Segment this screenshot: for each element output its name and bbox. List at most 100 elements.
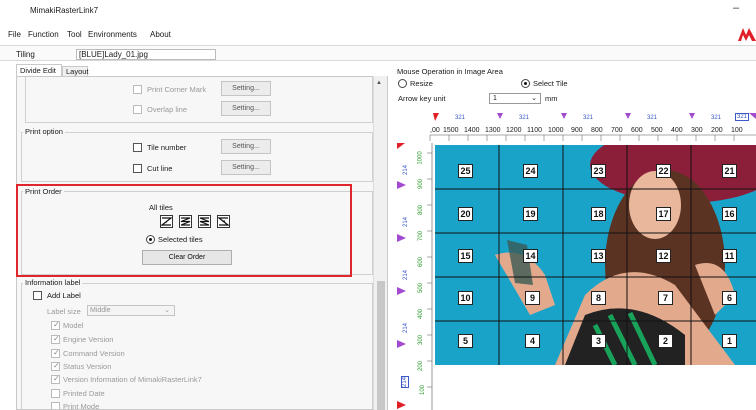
tile-number-badge[interactable]: 2 xyxy=(658,334,673,348)
tiling-label: Tiling xyxy=(16,50,35,59)
ruler-scale-number: 300 xyxy=(418,334,425,346)
tile-number-badge[interactable]: 13 xyxy=(591,249,606,263)
ruler-marker-icon xyxy=(749,113,756,119)
cut-line-checkbox[interactable] xyxy=(133,164,142,173)
tile-number-badge[interactable]: 17 xyxy=(656,207,671,221)
tile-number-badge[interactable]: 23 xyxy=(591,164,606,178)
ruler-number: 1200 xyxy=(506,127,522,134)
tile-number-setting-button[interactable]: Setting... xyxy=(221,139,271,154)
minimize-button[interactable]: – xyxy=(733,2,739,14)
engine-version-checkbox[interactable] xyxy=(51,334,60,344)
window-title: MimakiRasterLink7 xyxy=(30,6,99,15)
tile-number-badge[interactable]: 18 xyxy=(591,207,606,221)
tile-number-badge[interactable]: 15 xyxy=(458,249,473,263)
menu-environments[interactable]: Environments xyxy=(88,30,137,39)
tile-number-badge[interactable]: 8 xyxy=(591,291,606,305)
tile-number-badge[interactable]: 10 xyxy=(458,291,473,305)
tile-number-label: Tile number xyxy=(147,143,187,152)
tiling-file-field[interactable]: [BLUE]Lady_01.jpg xyxy=(76,49,216,60)
ruler-number: ,00 xyxy=(430,127,440,134)
tile-number-badge[interactable]: 21 xyxy=(722,164,737,178)
ruler-marker-icon xyxy=(689,113,695,119)
overlap-line-label: Overlap line xyxy=(147,105,188,114)
label-size-label: Label size xyxy=(47,307,81,316)
arrow-key-unit-select[interactable]: 1 ⌄ xyxy=(489,93,541,104)
tile-number-badge[interactable]: 25 xyxy=(458,164,473,178)
tile-number-badge[interactable]: 14 xyxy=(523,249,538,263)
version-info-label: Version Information of MimakiRasterLink7 xyxy=(63,375,202,384)
tile-number-badge[interactable]: 6 xyxy=(722,291,737,305)
ruler-number: 600 xyxy=(631,127,643,134)
scrollbar-thumb[interactable] xyxy=(377,281,385,410)
overlap-line-checkbox[interactable] xyxy=(133,105,142,114)
tile-number-badge[interactable]: 22 xyxy=(656,164,671,178)
tile-number-badge[interactable]: 20 xyxy=(458,207,473,221)
overlap-line-setting-button[interactable]: Setting... xyxy=(221,101,271,116)
print-corner-mark-checkbox[interactable] xyxy=(133,85,142,94)
tile-number-badge[interactable]: 1 xyxy=(722,334,737,348)
ruler-scale-number: 200 xyxy=(418,360,425,372)
ruler-scale-number: 700 xyxy=(418,230,425,242)
command-version-label: Command Version xyxy=(63,349,125,358)
tile-number-badge[interactable]: 4 xyxy=(525,334,540,348)
ruler-marker-red-icon xyxy=(433,113,439,121)
menu-function[interactable]: Function xyxy=(28,30,59,39)
ruler-scale-number: 900 xyxy=(418,178,425,190)
printed-date-checkbox[interactable] xyxy=(51,389,60,398)
select-tile-radio[interactable] xyxy=(521,79,530,88)
menu-bar: File Function Tool Environments About xyxy=(0,25,756,43)
tab-divide-edit[interactable]: Divide Edit xyxy=(16,64,62,76)
chevron-down-icon: ⌄ xyxy=(531,95,537,102)
tile-number-badge[interactable]: 24 xyxy=(523,164,538,178)
tiling-row: Tiling [BLUE]Lady_01.jpg xyxy=(0,45,756,61)
image-area[interactable]: 321 321 321 321 321 321 ,00 1500 1400 13… xyxy=(397,107,756,410)
ruler-number: 1500 xyxy=(443,127,459,134)
version-info-checkbox[interactable] xyxy=(51,374,60,384)
tile-number-badge[interactable]: 3 xyxy=(591,334,606,348)
tile-number-badge[interactable]: 7 xyxy=(658,291,673,305)
tab-layout[interactable]: Layout xyxy=(62,66,89,76)
arrow-key-unit-value: 1 xyxy=(493,95,497,102)
ruler-scale-number: 500 xyxy=(418,282,425,294)
ruler-number: 1100 xyxy=(527,127,543,134)
corner-mark-setting-button[interactable]: Setting... xyxy=(221,81,271,96)
information-label-title: Information label xyxy=(23,278,83,287)
tile-number-badge[interactable]: 9 xyxy=(525,291,540,305)
resize-label: Resize xyxy=(410,79,433,88)
ruler-number: 1400 xyxy=(464,127,480,134)
add-label-checkbox[interactable] xyxy=(33,291,42,300)
top-ruler xyxy=(429,113,756,141)
tile-number-checkbox[interactable] xyxy=(133,143,142,152)
print-mode-checkbox[interactable] xyxy=(51,402,60,409)
ruler-width-label: 321 xyxy=(583,115,594,121)
mouse-operation-title: Mouse Operation in Image Area xyxy=(397,67,503,76)
tile-number-badge[interactable]: 11 xyxy=(722,249,737,263)
command-version-checkbox[interactable] xyxy=(51,348,60,358)
title-bar: MimakiRasterLink7 – xyxy=(0,0,756,24)
resize-radio[interactable] xyxy=(398,79,407,88)
menu-file[interactable]: File xyxy=(8,30,21,39)
ruler-number: 500 xyxy=(651,127,663,134)
cut-line-label: Cut line xyxy=(147,164,173,173)
ruler-scale-number: 600 xyxy=(418,256,425,268)
label-size-select[interactable]: Middle ⌄ xyxy=(87,305,175,316)
print-option-group xyxy=(21,132,373,182)
status-version-checkbox[interactable] xyxy=(51,361,60,371)
ruler-height-label-selected: 214 xyxy=(401,375,410,389)
tile-number-badge[interactable]: 12 xyxy=(656,249,671,263)
ruler-height-label: 214 xyxy=(403,322,410,334)
model-checkbox[interactable] xyxy=(51,320,60,330)
ruler-number: 400 xyxy=(671,127,683,134)
ruler-number: 200 xyxy=(711,127,723,134)
tile-number-badge[interactable]: 16 xyxy=(722,207,737,221)
tile-number-badge[interactable]: 5 xyxy=(458,334,473,348)
ruler-height-label: 214 xyxy=(403,216,410,228)
cut-line-setting-button[interactable]: Setting... xyxy=(221,160,271,175)
left-panel-scrollbar[interactable]: ▲ xyxy=(373,76,387,410)
tile-number-badge[interactable]: 19 xyxy=(523,207,538,221)
scroll-up-arrow-icon[interactable]: ▲ xyxy=(376,80,382,86)
menu-tool[interactable]: Tool xyxy=(67,30,82,39)
print-order-highlight xyxy=(16,184,352,277)
ruler-scale-number: 800 xyxy=(418,204,425,216)
menu-about[interactable]: About xyxy=(150,30,171,39)
